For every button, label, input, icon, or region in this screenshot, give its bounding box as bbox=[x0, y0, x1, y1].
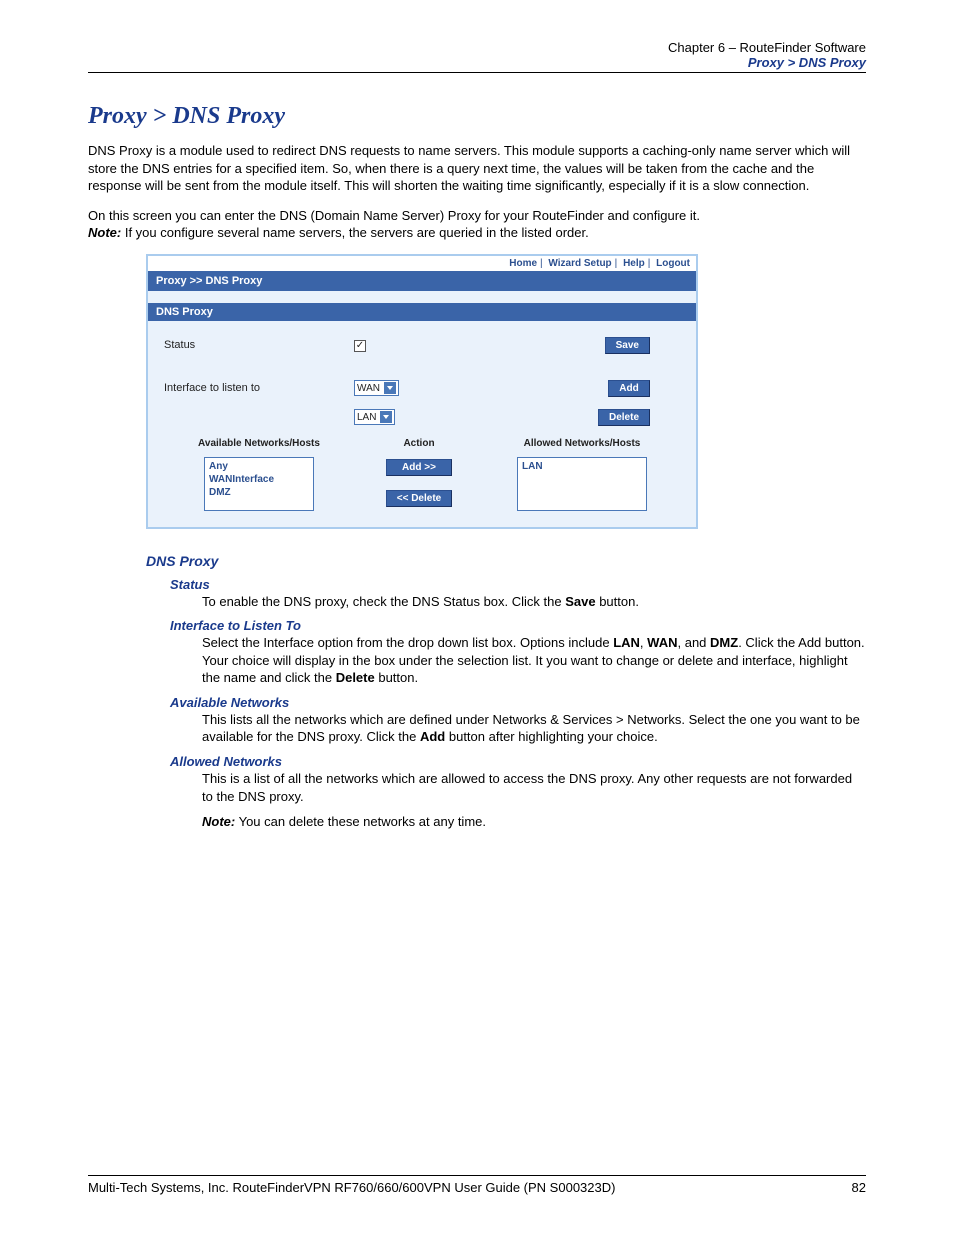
screenshot-breadcrumb: Proxy >> DNS Proxy bbox=[148, 271, 696, 291]
available-listbox[interactable]: Any WANInterface DMZ bbox=[204, 457, 314, 511]
screenshot-section-title: DNS Proxy bbox=[148, 303, 696, 321]
delete-button[interactable]: Delete bbox=[598, 409, 650, 426]
footer-left: Multi-Tech Systems, Inc. RouteFinderVPN … bbox=[88, 1180, 615, 1195]
interface-select-wan[interactable]: WAN bbox=[354, 380, 399, 396]
toplink-help[interactable]: Help bbox=[623, 258, 645, 269]
chapter-label: Chapter 6 – RouteFinder Software bbox=[88, 40, 866, 55]
toplink-home[interactable]: Home bbox=[509, 258, 537, 269]
screenshot-topbar: Home| Wizard Setup| Help| Logout bbox=[148, 256, 696, 271]
page-title: Proxy > DNS Proxy bbox=[88, 103, 866, 130]
available-item-any[interactable]: Any bbox=[209, 460, 309, 473]
allowed-listbox[interactable]: LAN bbox=[517, 457, 647, 511]
save-button[interactable]: Save bbox=[605, 337, 650, 354]
interface-select-lan-value: LAN bbox=[357, 412, 376, 423]
available-item-wan[interactable]: WANInterface bbox=[209, 473, 309, 486]
def-interface-body: Select the Interface option from the dro… bbox=[202, 634, 866, 687]
def-status-head: Status bbox=[170, 577, 866, 592]
allowed-item-lan[interactable]: LAN bbox=[522, 460, 642, 473]
available-heading: Available Networks/Hosts bbox=[198, 438, 320, 449]
available-item-dmz[interactable]: DMZ bbox=[209, 486, 309, 499]
def-status-body: To enable the DNS proxy, check the DNS S… bbox=[202, 593, 866, 611]
note-label: Note: bbox=[88, 225, 121, 240]
intro-paragraph-1: DNS Proxy is a module used to redirect D… bbox=[88, 142, 866, 195]
intro-paragraph-2: On this screen you can enter the DNS (Do… bbox=[88, 207, 866, 242]
toplink-logout[interactable]: Logout bbox=[656, 258, 690, 269]
def-interface-head: Interface to Listen To bbox=[170, 618, 866, 633]
status-checkbox[interactable]: ✓ bbox=[354, 340, 366, 352]
def-available-body: This lists all the networks which are de… bbox=[202, 711, 866, 746]
def-allowed-body1: This is a list of all the networks which… bbox=[202, 770, 866, 805]
def-available-head: Available Networks bbox=[170, 695, 866, 710]
def-allowed-body2: Note: You can delete these networks at a… bbox=[202, 813, 866, 831]
page-header: Chapter 6 – RouteFinder Software Proxy >… bbox=[88, 40, 866, 73]
chevron-down-icon bbox=[380, 411, 392, 423]
intro-2b: If you configure several name servers, t… bbox=[125, 225, 589, 240]
interface-select-wan-value: WAN bbox=[357, 383, 380, 394]
allowed-heading: Allowed Networks/Hosts bbox=[524, 438, 641, 449]
defs-heading: DNS Proxy bbox=[146, 553, 866, 569]
def-allowed-head: Allowed Networks bbox=[170, 754, 866, 769]
delete-transfer-button[interactable]: << Delete bbox=[386, 490, 452, 507]
toplink-wizard[interactable]: Wizard Setup bbox=[548, 258, 611, 269]
chevron-down-icon bbox=[384, 382, 396, 394]
interface-label: Interface to listen to bbox=[164, 382, 354, 394]
add-button[interactable]: Add bbox=[608, 380, 650, 397]
action-heading: Action bbox=[403, 438, 434, 449]
status-label: Status bbox=[164, 339, 354, 351]
footer-page-number: 82 bbox=[852, 1180, 866, 1195]
add-transfer-button[interactable]: Add >> bbox=[386, 459, 452, 476]
page-footer: Multi-Tech Systems, Inc. RouteFinderVPN … bbox=[88, 1175, 866, 1195]
intro-2a: On this screen you can enter the DNS (Do… bbox=[88, 208, 700, 223]
breadcrumb-path: Proxy > DNS Proxy bbox=[88, 55, 866, 70]
screenshot-panel: Home| Wizard Setup| Help| Logout Proxy >… bbox=[146, 254, 698, 529]
interface-select-lan[interactable]: LAN bbox=[354, 409, 395, 425]
